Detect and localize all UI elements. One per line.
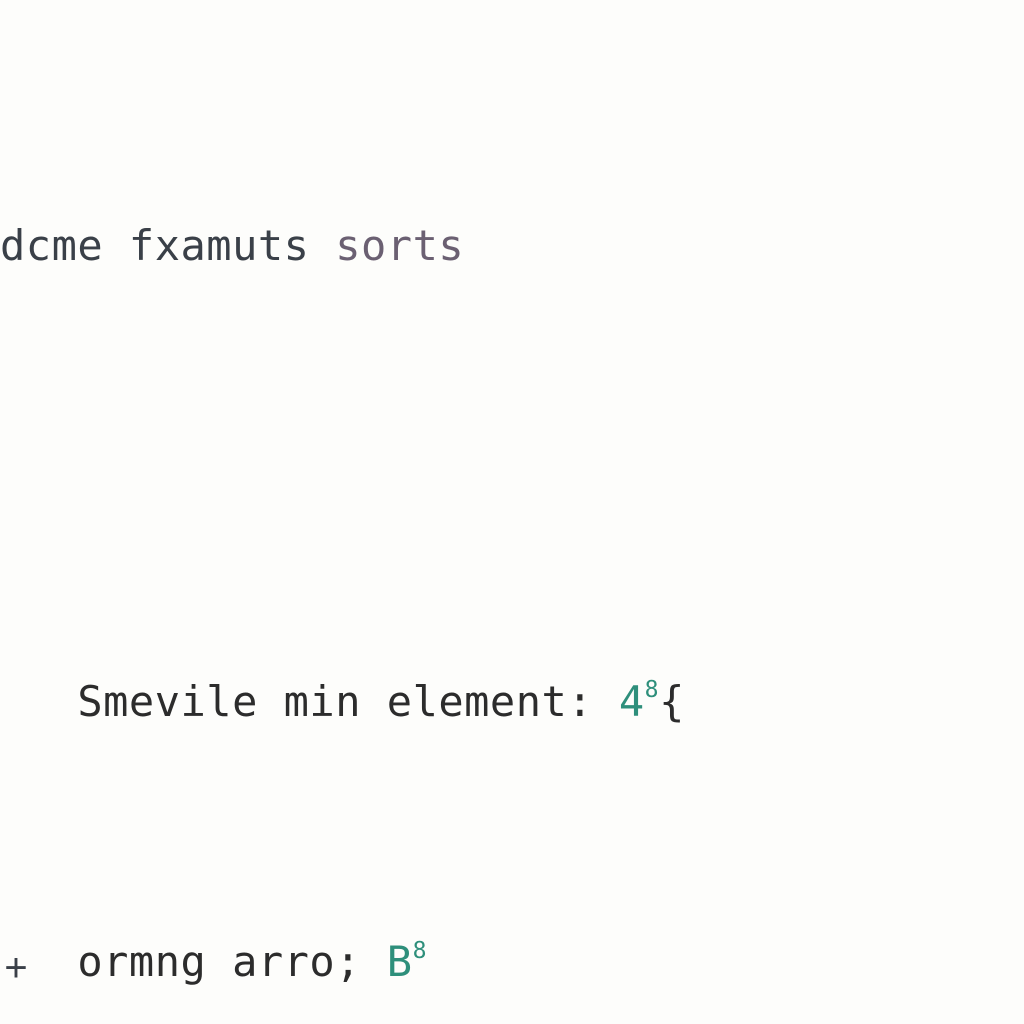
token: { (659, 677, 685, 726)
token: 4 (619, 677, 645, 726)
token: B (387, 937, 413, 986)
token: sorts (335, 221, 464, 270)
code-line: Smevile min element: 48{ (0, 669, 1024, 734)
token: Smevile min element: (0, 677, 619, 726)
corner-plus-icon: + (4, 949, 28, 994)
token: ormng arro; (0, 937, 387, 986)
token-superscript: 8 (413, 938, 427, 964)
code-editor[interactable]: dcme fxamuts sorts Smevile min element: … (0, 0, 1024, 1024)
token: dcme fxamuts (0, 221, 335, 270)
code-line: ormng arro; B8 (0, 929, 1024, 994)
token-superscript: 8 (645, 677, 659, 703)
code-line: dcme fxamuts sorts (0, 213, 1024, 278)
